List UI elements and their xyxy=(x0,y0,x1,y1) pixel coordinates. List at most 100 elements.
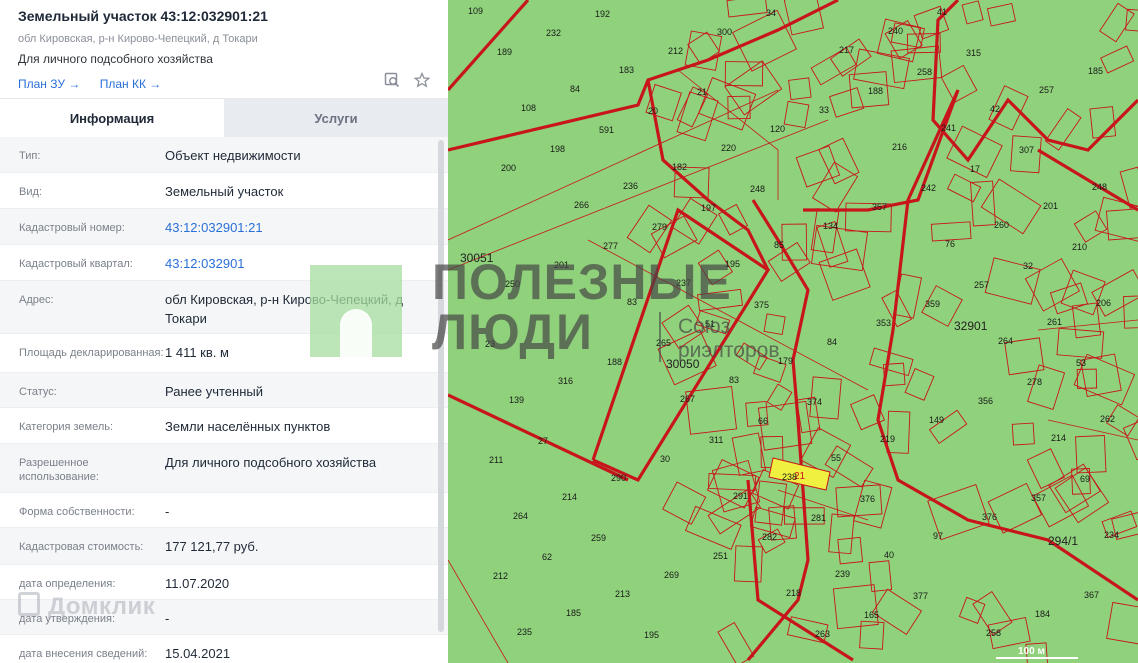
parcel-number: 66 xyxy=(758,416,768,426)
parcel-number: 262 xyxy=(1100,414,1115,424)
parcel-number: 192 xyxy=(595,9,610,19)
parcel-number: 195 xyxy=(644,630,659,640)
parcel-line xyxy=(448,119,829,271)
parcel-number: 260 xyxy=(994,220,1009,230)
parcel-number: 257 xyxy=(1039,85,1054,95)
parcel-number: 367 xyxy=(1084,590,1099,600)
parcel-number: 232 xyxy=(546,28,561,38)
parcel-number: 211 xyxy=(489,455,503,465)
info-row-link[interactable]: 43:12:032901:21 xyxy=(165,209,448,244)
parcel-number: 235 xyxy=(517,627,532,637)
parcel-number: 212 xyxy=(493,571,508,581)
parcel-outline xyxy=(853,48,910,90)
parcel-number: 201 xyxy=(1043,201,1058,211)
parcel-outline xyxy=(1044,108,1082,151)
parcel-number: 258 xyxy=(917,67,932,77)
info-row-label: дата внесения сведений: xyxy=(19,648,148,660)
parcel-number: 251 xyxy=(713,551,728,561)
parcel-number: 374 xyxy=(807,397,822,407)
parcel-outline xyxy=(1106,208,1138,241)
search-map-icon[interactable] xyxy=(384,72,400,93)
parcel-outline xyxy=(828,87,865,118)
parcel-outline xyxy=(1106,601,1138,647)
parcel-number: 257 xyxy=(974,280,989,290)
parcel-number: 21 xyxy=(697,87,707,97)
parcel-outline xyxy=(1091,268,1138,317)
parcel-number: 214 xyxy=(1051,433,1066,443)
tab-services[interactable]: Услуги xyxy=(224,99,448,137)
parcel-number: 356 xyxy=(978,396,993,406)
parcel-number: 376 xyxy=(982,512,997,522)
parcel-number: 591 xyxy=(599,125,614,135)
parcel-number: 258 xyxy=(986,628,1001,638)
parcel-number: 277 xyxy=(603,241,618,251)
parcel-outline xyxy=(1123,294,1138,329)
info-row: Кадастровая стоимость: 177 121,77 руб. xyxy=(0,528,448,565)
parcel-number: 185 xyxy=(1088,66,1103,76)
parcel-number: 264 xyxy=(998,336,1013,346)
watermark-divider xyxy=(659,312,661,362)
info-row-value: Земельный участок xyxy=(165,184,284,199)
parcel-number: 109 xyxy=(468,6,483,16)
parcel-outline xyxy=(958,596,986,624)
parcel-outline xyxy=(904,368,935,401)
info-row: Тип: Объект недвижимости xyxy=(0,137,448,173)
quarter-label: 32901 xyxy=(954,319,988,333)
parcel-number: 42 xyxy=(990,104,1000,114)
parcel-number: 139 xyxy=(509,395,524,405)
parcel-number: 189 xyxy=(497,47,512,57)
parcel-outline xyxy=(1024,258,1081,312)
parcel-number: 216 xyxy=(892,142,907,152)
parcel-outline xyxy=(1094,196,1138,243)
parcel-number: 376 xyxy=(860,494,875,504)
watermark-small1: Союз xyxy=(678,315,731,338)
parcel-number: 76 xyxy=(945,239,955,249)
parcel-outline xyxy=(886,410,911,454)
parcel-number: 184 xyxy=(1035,609,1050,619)
parcel-outline xyxy=(1048,463,1101,514)
info-row-value: 15.04.2021 xyxy=(165,646,231,661)
info-row-link[interactable]: 43:12:032901 xyxy=(165,245,448,280)
parcel-outline xyxy=(940,64,978,103)
parcel-number: 83 xyxy=(729,375,739,385)
parcel-number: 33 xyxy=(819,105,829,115)
parcel-number: 108 xyxy=(521,103,536,113)
parcel-number: 377 xyxy=(913,591,928,601)
domclick-logo-icon xyxy=(18,592,40,616)
parcel-number: 120 xyxy=(770,124,785,134)
parcel-outline xyxy=(986,2,1017,27)
parcel-number: 198 xyxy=(550,144,565,154)
tab-info[interactable]: Информация xyxy=(0,99,224,137)
info-row-value: 1 411 кв. м xyxy=(165,345,229,360)
plan-zu-link[interactable]: План ЗУ → xyxy=(18,77,80,91)
parcel-outline xyxy=(1071,302,1102,339)
parcel-number: 27 xyxy=(538,436,548,446)
boundary-line xyxy=(448,0,530,92)
parcel-number: 259 xyxy=(591,533,606,543)
info-row-label: Категория земель: xyxy=(19,421,114,433)
parcel-number: 239 xyxy=(835,569,850,579)
parcel-outline xyxy=(788,77,812,101)
parcel-number: 315 xyxy=(966,48,981,58)
info-row-label: Кадастровая стоимость: xyxy=(19,541,144,553)
parcel-number: 179 xyxy=(778,356,793,366)
info-row-label: Площадь декларированная: xyxy=(19,347,164,359)
info-row-value: - xyxy=(165,504,170,519)
parcel-number: 359 xyxy=(925,299,940,309)
parcel-number: 264 xyxy=(513,511,528,521)
parcel-outline xyxy=(868,560,893,592)
parcel-number: 206 xyxy=(1096,298,1111,308)
parcel-number: 17 xyxy=(970,164,980,174)
parcel-outline xyxy=(763,313,786,336)
parcel-number: 200 xyxy=(501,163,516,173)
scrollbar[interactable] xyxy=(438,140,444,632)
parcel-outline xyxy=(868,347,914,377)
parcel-number: 53 xyxy=(1076,358,1086,368)
plan-kk-link[interactable]: План КК → xyxy=(100,77,162,91)
parcel-number: 34 xyxy=(766,8,776,18)
parcel-outline xyxy=(733,545,763,583)
star-icon[interactable] xyxy=(413,71,431,93)
parcel-number: 236 xyxy=(623,181,638,191)
parcel-number: 241 xyxy=(941,123,956,133)
parcel-outline xyxy=(1075,435,1107,474)
